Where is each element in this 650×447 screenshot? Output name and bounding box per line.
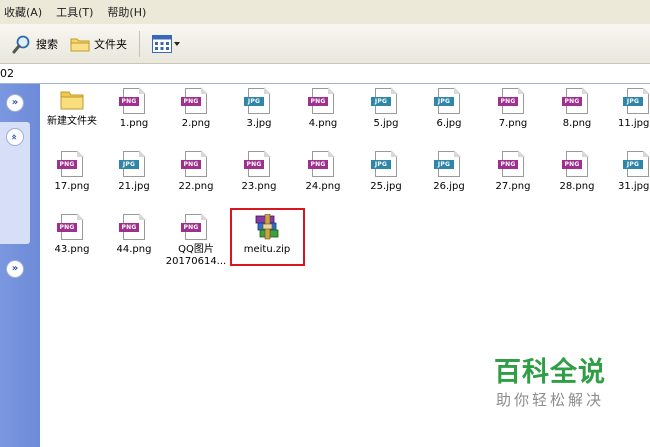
file-item[interactable]: JPG 3.jpg [228, 87, 290, 130]
collapse-chevron-icon-2[interactable]: » [6, 260, 24, 278]
png-file-icon: PNG [244, 150, 271, 177]
file-item[interactable]: PNG 28.png [546, 150, 608, 193]
png-file-icon: PNG [308, 150, 335, 177]
png-file-icon: PNG [498, 150, 525, 177]
highlight-box [230, 208, 305, 266]
file-item[interactable]: PNG 27.png [482, 150, 544, 193]
file-name: 26.jpg [433, 181, 465, 192]
menu-tools[interactable]: 工具(T) [56, 4, 93, 20]
file-name: 31.jpg [618, 181, 650, 192]
file-name: 2.png [181, 118, 211, 129]
jpg-file-icon: JPG [371, 150, 398, 177]
jpg-file-icon: JPG [244, 87, 271, 114]
file-item[interactable]: PNG QQ图片 20170614... [165, 213, 227, 268]
address-text: 02 [0, 67, 14, 80]
file-item[interactable]: PNG 8.png [546, 87, 608, 130]
file-name: 23.png [241, 181, 277, 192]
file-name: 11.jpg [618, 118, 650, 129]
file-item[interactable]: JPG 6.jpg [418, 87, 480, 130]
file-name: 22.png [178, 181, 214, 192]
file-item[interactable]: PNG 4.png [292, 87, 354, 130]
collapse-chevron-icon[interactable]: » [6, 94, 24, 112]
file-item[interactable]: PNG 22.png [165, 150, 227, 193]
file-name: 25.jpg [370, 181, 402, 192]
toolbar-separator [139, 30, 140, 57]
task-pane: » » » [0, 84, 40, 447]
png-file-icon: PNG [498, 87, 525, 114]
file-name: 24.png [305, 181, 341, 192]
file-name: 17.png [54, 181, 90, 192]
png-file-icon: PNG [181, 213, 208, 240]
file-name: 28.png [559, 181, 595, 192]
menu-favorites[interactable]: 收藏(A) [4, 4, 42, 20]
file-name: 27.png [495, 181, 531, 192]
file-item[interactable]: PNG 1.png [103, 87, 165, 130]
png-file-icon: PNG [57, 150, 84, 177]
jpg-file-icon: JPG [623, 88, 650, 114]
address-bar[interactable]: 02 [0, 64, 650, 84]
file-name: 5.jpg [373, 118, 399, 129]
jpg-file-icon: JPG [371, 87, 398, 114]
menu-bar: 收藏(A) 工具(T) 帮助(H) [0, 0, 650, 24]
file-item[interactable]: JPG 11.jpg [606, 88, 650, 130]
folders-button[interactable]: 文件夹 [64, 32, 133, 56]
jpg-file-icon: JPG [623, 151, 650, 177]
dropdown-arrow-icon [174, 41, 180, 46]
file-name: 43.png [54, 244, 90, 255]
file-item[interactable]: JPG 26.jpg [418, 150, 480, 193]
watermark-title: 百科全说 [494, 357, 606, 388]
file-item[interactable]: JPG 5.jpg [355, 87, 417, 130]
watermark: 百科全说 助你轻松解决 [470, 356, 630, 410]
png-file-icon: PNG [562, 87, 589, 114]
png-file-icon: PNG [119, 213, 146, 240]
file-name: 6.jpg [436, 118, 462, 129]
search-label: 搜索 [36, 37, 58, 51]
file-name: 7.png [498, 118, 528, 129]
file-item[interactable]: PNG 43.png [41, 213, 103, 256]
png-file-icon: PNG [308, 87, 335, 114]
file-item[interactable]: PNG 44.png [103, 213, 165, 256]
watermark-subtitle: 助你轻松解决 [495, 391, 604, 409]
file-name: 新建文件夹 [47, 116, 97, 127]
png-file-icon: PNG [119, 87, 146, 114]
folders-label: 文件夹 [94, 37, 127, 51]
file-item[interactable]: PNG 23.png [228, 150, 290, 193]
file-item[interactable]: JPG 31.jpg [606, 151, 650, 193]
file-item[interactable]: PNG 2.png [165, 87, 227, 130]
png-file-icon: PNG [181, 150, 208, 177]
folder-icon [70, 38, 90, 51]
file-item-folder[interactable]: 新建文件夹 [41, 88, 103, 128]
file-name: 21.jpg [118, 181, 150, 192]
toolbar: 搜索 文件夹 [0, 24, 650, 64]
file-name: 4.png [308, 118, 338, 129]
file-item[interactable]: PNG 7.png [482, 87, 544, 130]
png-file-icon: PNG [562, 150, 589, 177]
file-item[interactable]: PNG 24.png [292, 150, 354, 193]
png-file-icon: PNG [57, 213, 84, 240]
views-grid-icon [152, 34, 172, 53]
search-button[interactable]: 搜索 [6, 31, 64, 57]
file-item[interactable]: JPG 25.jpg [355, 150, 417, 193]
jpg-file-icon: JPG [434, 150, 461, 177]
file-name: 1.png [119, 118, 149, 129]
file-name: 44.png [116, 244, 152, 255]
file-name-line2: 20170614... [165, 256, 227, 267]
file-name: QQ图片 [178, 244, 214, 255]
png-file-icon: PNG [181, 87, 208, 114]
file-name: 3.jpg [246, 118, 272, 129]
views-button[interactable] [146, 32, 186, 56]
jpg-file-icon: JPG [434, 87, 461, 114]
search-icon [12, 35, 30, 53]
menu-help[interactable]: 帮助(H) [107, 4, 146, 20]
expand-chevron-icon[interactable]: » [6, 128, 24, 146]
jpg-file-icon: JPG [119, 150, 146, 177]
folder-icon [60, 91, 84, 110]
file-item[interactable]: PNG 17.png [41, 150, 103, 193]
file-name: 8.png [562, 118, 592, 129]
file-item[interactable]: JPG 21.jpg [103, 150, 165, 193]
